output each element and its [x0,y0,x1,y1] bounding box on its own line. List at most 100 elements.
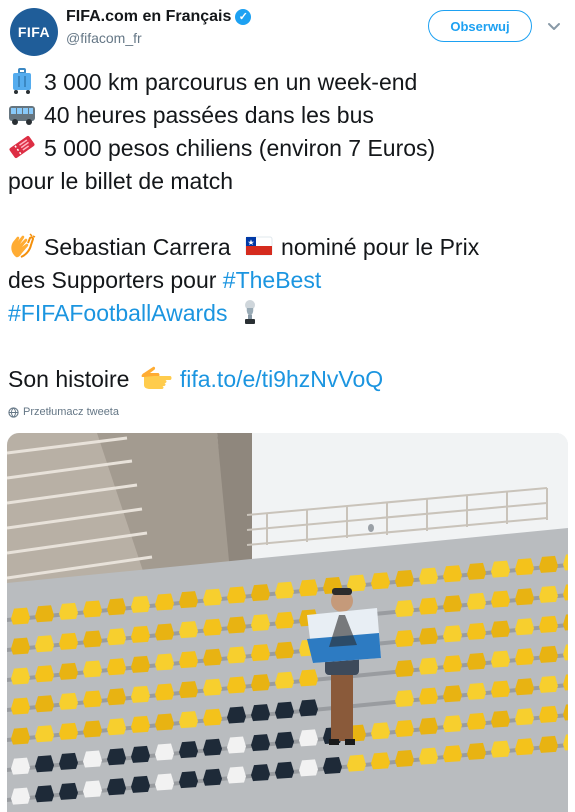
stadium-seat [59,692,78,710]
stadium-seat [35,665,54,683]
stadium-seat [443,565,462,583]
stadium-seat [131,715,150,733]
author-name[interactable]: FIFA.com en Français [66,8,231,26]
stadium-seat [395,689,414,707]
stadium-seat [155,713,174,731]
ticket-emoji-icon [9,135,35,159]
stadium-seat [419,597,438,615]
stadium-seat [491,710,510,728]
chevron-down-icon[interactable] [546,18,562,34]
stadium-seat [179,621,198,639]
stadium-seat [395,569,414,587]
stadium-seat [371,572,390,590]
stadium-seat [83,720,102,738]
hashtag-thebest-link[interactable]: #TheBest [223,267,321,293]
hashtag-fifafootballawards-link[interactable]: #FIFAFootballAwards [8,300,227,326]
tweet-text-line-6a: des Supporters pour [8,267,217,293]
stadium-seat [59,722,78,740]
stadium-seat [203,708,222,726]
stadium-seat [203,678,222,696]
stadium-seat [83,780,102,798]
story-link[interactable]: fifa.to/e/ti9hzNvVoQ [180,366,383,392]
stadium-seat [59,632,78,650]
stadium-seat [419,567,438,585]
stadium-seat [35,725,54,743]
stadium-seat [515,558,534,576]
avatar[interactable]: FIFA [10,8,58,56]
stadium-seat [107,658,126,676]
stadium-seat [131,775,150,793]
stadium-seat [443,685,462,703]
stadium-seat [395,659,414,677]
tweet-photo[interactable] [7,433,568,812]
stadium-seat [83,750,102,768]
stadium-seat [227,616,246,634]
stadium-seat [539,555,558,573]
stadium-seat [539,645,558,663]
stadium-seat [107,628,126,646]
stadium-seat [179,711,198,729]
stadium-seat [467,652,486,670]
stadium-seat [35,785,54,803]
stadium-seat [203,648,222,666]
stadium-seat [275,581,294,599]
stadium-seat [395,719,414,737]
stadium-seat [419,627,438,645]
stadium-seat [443,625,462,643]
stadium-seat [251,644,270,662]
stadium-seat [515,708,534,726]
stadium-seat [419,687,438,705]
tweet-text: 3 000 km parcourus en un week-end 40 heu… [8,66,568,396]
stadium-seat [107,688,126,706]
stadium-seat [227,736,246,754]
stadium-seat [419,657,438,675]
stadium-seat [83,660,102,678]
translate-label[interactable]: Przetłumacz tweeta [23,406,119,418]
luggage-emoji-icon [13,68,31,94]
stadium-seat [515,618,534,636]
stadium-seat [131,685,150,703]
stadium-seat [35,755,54,773]
stadium-seat [299,579,318,597]
stadium-seat [395,599,414,617]
pointing-hand-emoji-icon [141,366,172,389]
stadium-seat [107,718,126,736]
translate-tweet-link[interactable]: Przetłumacz tweeta [8,406,119,418]
author-name-row[interactable]: FIFA.com en Français ✓ [66,8,252,26]
stadium-seat [155,623,174,641]
author-block: FIFA.com en Français ✓ @fifacom_fr [66,8,252,46]
chile-flag-emoji-icon [245,236,273,256]
stadium-seat [443,745,462,763]
stadium-seat [275,611,294,629]
stadium-seat [179,651,198,669]
stadium-seat [347,754,366,772]
stadium-seat [107,748,126,766]
follow-button[interactable]: Obserwuj [428,10,532,42]
stadium-seat [155,743,174,761]
stadium-seat [275,641,294,659]
stadium-seat [131,625,150,643]
stadium-seat [59,662,78,680]
stadium-seat [59,782,78,800]
stadium-seat [443,595,462,613]
tweet-text-line-5b: nominé pour le Prix [281,234,480,260]
stadium-seat [539,675,558,693]
stadium-seat [299,699,318,717]
stadium-seat [83,600,102,618]
stadium-seat [251,734,270,752]
stadium-seat [179,591,198,609]
stadium-seat [395,749,414,767]
stadium-seat [491,740,510,758]
stadium-photo-image [7,433,568,812]
stadium-seat [251,764,270,782]
stadium-seat [539,615,558,633]
stadium-seat [227,586,246,604]
tweet-text-line-4: pour le billet de match [8,168,234,194]
stadium-seat [515,588,534,606]
author-handle[interactable]: @fifacom_fr [66,30,251,46]
tweet-text-line-2: 40 heures passées dans les bus [44,102,374,128]
stadium-seat [251,614,270,632]
stadium-seat [371,722,390,740]
stadium-seat [419,747,438,765]
